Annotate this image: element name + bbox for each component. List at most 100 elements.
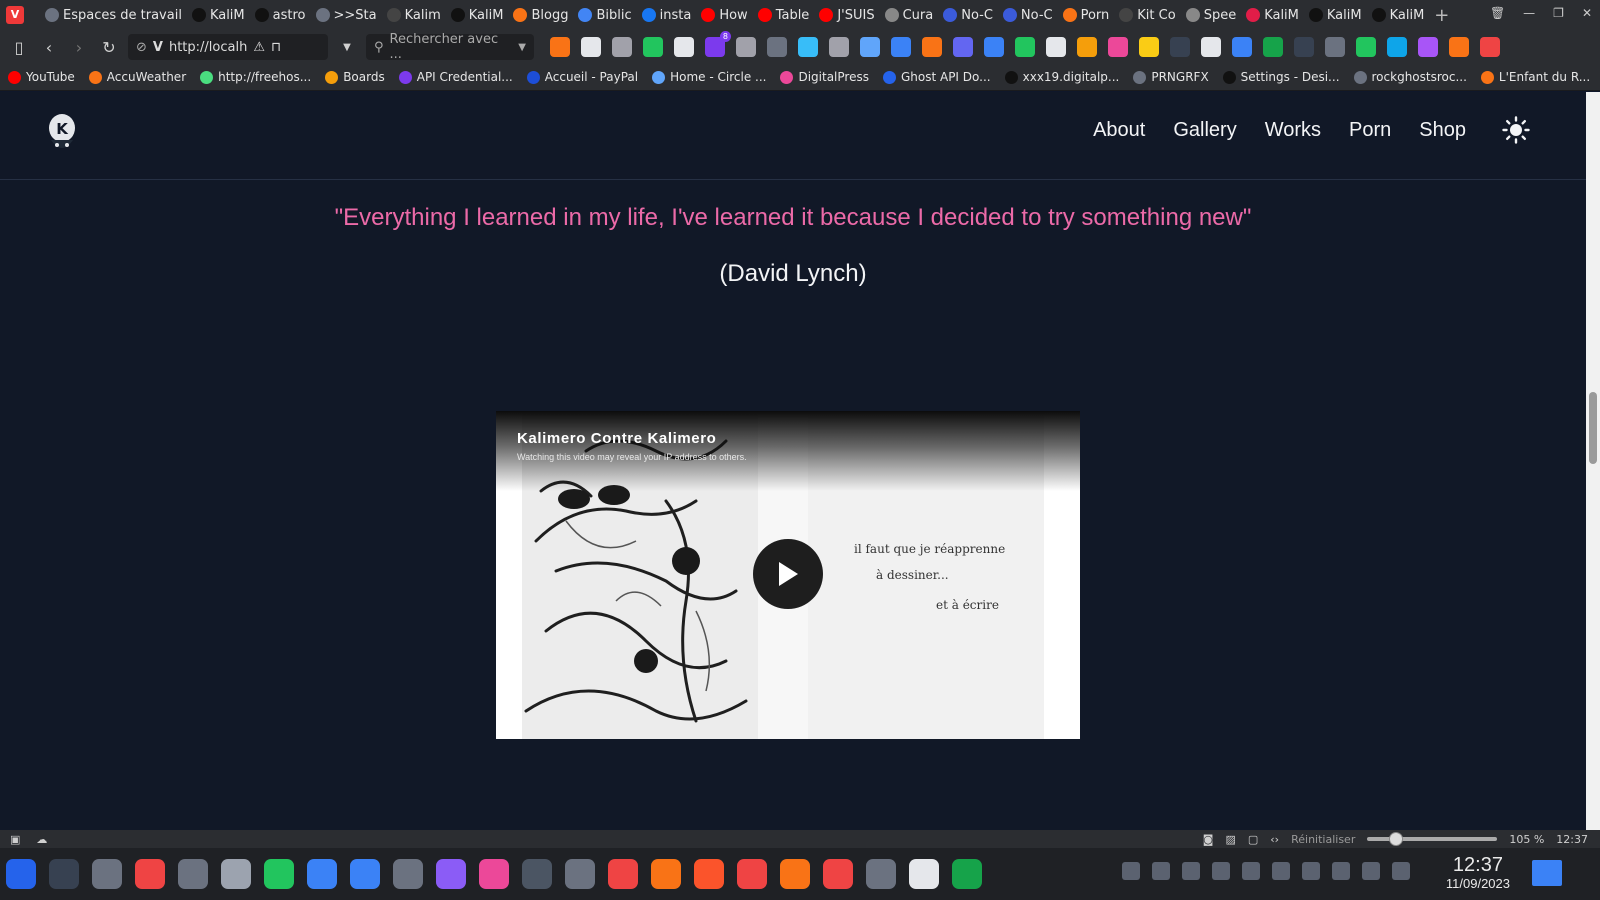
bookmark-item[interactable]: xxx19.digitalp... [1004, 70, 1119, 84]
bookmark-item[interactable]: YouTube [8, 70, 75, 84]
window-icon[interactable]: ▢ [1248, 833, 1258, 846]
reload-icon[interactable]: ↻ [98, 36, 120, 58]
taskbar-app-icon[interactable] [780, 859, 810, 889]
browser-tab[interactable]: Biblic [573, 3, 636, 27]
extension-icon[interactable] [612, 37, 632, 57]
taskbar-app-icon[interactable] [823, 859, 853, 889]
trash-icon[interactable]: 🗑 [1490, 6, 1505, 20]
bookmark-item[interactable]: Settings - Desi... [1222, 70, 1340, 84]
extension-icon[interactable] [1387, 37, 1407, 57]
browser-tab[interactable]: KaliM [1367, 3, 1430, 27]
bookmark-item[interactable]: L'Enfant du R... [1480, 70, 1590, 84]
search-field[interactable]: ⚲ Rechercher avec ... ▼ [366, 32, 534, 62]
browser-tab[interactable]: KaliM [1304, 3, 1367, 27]
bookmark-icon[interactable]: ⊓ [271, 40, 281, 55]
extension-icon[interactable] [1263, 37, 1283, 57]
taskbar-app-icon[interactable] [178, 859, 208, 889]
zoom-slider-knob[interactable] [1389, 832, 1404, 846]
extension-icon[interactable] [1418, 37, 1438, 57]
site-info-icon[interactable]: ⊘ [136, 40, 147, 55]
browser-tab[interactable]: insta [637, 3, 697, 27]
bookmark-item[interactable]: DigitalPress [780, 70, 869, 84]
browser-tab[interactable]: No-C [938, 3, 998, 27]
clipboard-icon[interactable] [1212, 862, 1230, 880]
usb-icon[interactable] [1302, 862, 1320, 880]
taskbar-app-icon[interactable] [737, 859, 767, 889]
browser-tab[interactable]: Kit Co [1114, 3, 1180, 27]
vivaldi-menu-icon[interactable]: V [6, 6, 24, 24]
extension-icon[interactable] [798, 37, 818, 57]
bookmark-item[interactable]: http://freehos... [200, 70, 311, 84]
display-icon[interactable] [1272, 862, 1290, 880]
taskbar-app-icon[interactable] [92, 859, 122, 889]
battery-icon[interactable] [1242, 862, 1260, 880]
nav-shop[interactable]: Shop [1419, 119, 1466, 142]
new-tab-icon[interactable]: + [1429, 3, 1454, 27]
taskbar-app-icon[interactable] [6, 859, 36, 889]
tray-expand-icon[interactable] [1392, 862, 1410, 880]
code-icon[interactable]: ‹› [1270, 833, 1279, 846]
extension-icon[interactable] [1356, 37, 1376, 57]
capture-icon[interactable]: ◙ [1203, 833, 1214, 846]
extension-icon[interactable] [922, 37, 942, 57]
taskbar-app-icon[interactable] [479, 859, 509, 889]
browser-tab[interactable]: KaliM [446, 3, 509, 27]
address-bar[interactable]: ⊘ V http://localh ⚠ ⊓ [128, 34, 328, 60]
scroll-thumb[interactable] [1589, 392, 1597, 464]
browser-tab[interactable]: astro [250, 3, 311, 27]
extension-icon[interactable] [550, 37, 570, 57]
bookmark-item[interactable]: API Credential... [398, 70, 513, 84]
taskbar-app-icon[interactable] [694, 859, 724, 889]
taskbar-app-icon[interactable] [952, 859, 982, 889]
browser-tab[interactable]: Table [753, 3, 815, 27]
browser-tab[interactable]: Cura [880, 3, 939, 27]
page-scrollbar[interactable] [1586, 92, 1600, 830]
taskbar-app-icon[interactable] [565, 859, 595, 889]
extension-icon[interactable] [891, 37, 911, 57]
taskbar-app-icon[interactable] [866, 859, 896, 889]
dropdown-icon[interactable]: ▼ [336, 36, 358, 58]
taskbar-app-icon[interactable] [651, 859, 681, 889]
browser-tab[interactable]: KaliM [187, 3, 250, 27]
browser-tab[interactable]: Espaces de travail [40, 3, 187, 27]
bookmark-item[interactable]: Accueil - PayPal [526, 70, 638, 84]
sun-icon[interactable] [1502, 116, 1530, 144]
browser-tab[interactable]: >>Sta [311, 3, 382, 27]
extension-icon[interactable] [1046, 37, 1066, 57]
extension-icon[interactable] [1170, 37, 1190, 57]
extension-icon[interactable] [953, 37, 973, 57]
taskbar-app-icon[interactable] [909, 859, 939, 889]
taskbar-app-icon[interactable] [350, 859, 380, 889]
play-button[interactable] [753, 539, 823, 609]
taskbar-app-icon[interactable] [436, 859, 466, 889]
extension-icon[interactable] [736, 37, 756, 57]
browser-tab[interactable]: How [696, 3, 752, 27]
browser-tab[interactable]: KaliM [1241, 3, 1304, 27]
panel-toggle-icon[interactable]: ▣ [10, 833, 20, 846]
restore-icon[interactable]: ❐ [1553, 6, 1564, 20]
extension-icon[interactable] [643, 37, 663, 57]
extension-icon[interactable] [1108, 37, 1128, 57]
taskbar-app-icon[interactable] [264, 859, 294, 889]
logo-icon[interactable]: K [46, 112, 78, 156]
nav-about[interactable]: About [1093, 119, 1145, 142]
bookmark-item[interactable]: PRNGRFX [1133, 70, 1209, 84]
extension-icon[interactable] [1201, 37, 1221, 57]
extension-icon[interactable] [1294, 37, 1314, 57]
zoom-slider[interactable] [1367, 832, 1498, 846]
extension-icon[interactable] [674, 37, 694, 57]
extension-icon[interactable]: 8 [705, 31, 731, 57]
browser-tab[interactable]: Spee [1181, 3, 1242, 27]
extension-icon[interactable] [581, 37, 601, 57]
extension-icon[interactable] [1480, 37, 1500, 57]
taskbar-clock[interactable]: 12:37 11/09/2023 [1446, 854, 1510, 892]
sidebar-toggle-icon[interactable]: ▯ [8, 36, 30, 58]
bookmark-item[interactable]: Boards [325, 70, 385, 84]
nav-gallery[interactable]: Gallery [1173, 119, 1236, 142]
browser-tab[interactable]: Blogg [508, 3, 573, 27]
show-desktop-button[interactable] [1532, 860, 1562, 886]
bookmark-item[interactable]: AccuWeather [88, 70, 186, 84]
video-title[interactable]: Kalimero Contre Kalimero [517, 430, 716, 447]
taskbar-app-icon[interactable] [221, 859, 251, 889]
taskbar-app-icon[interactable] [522, 859, 552, 889]
